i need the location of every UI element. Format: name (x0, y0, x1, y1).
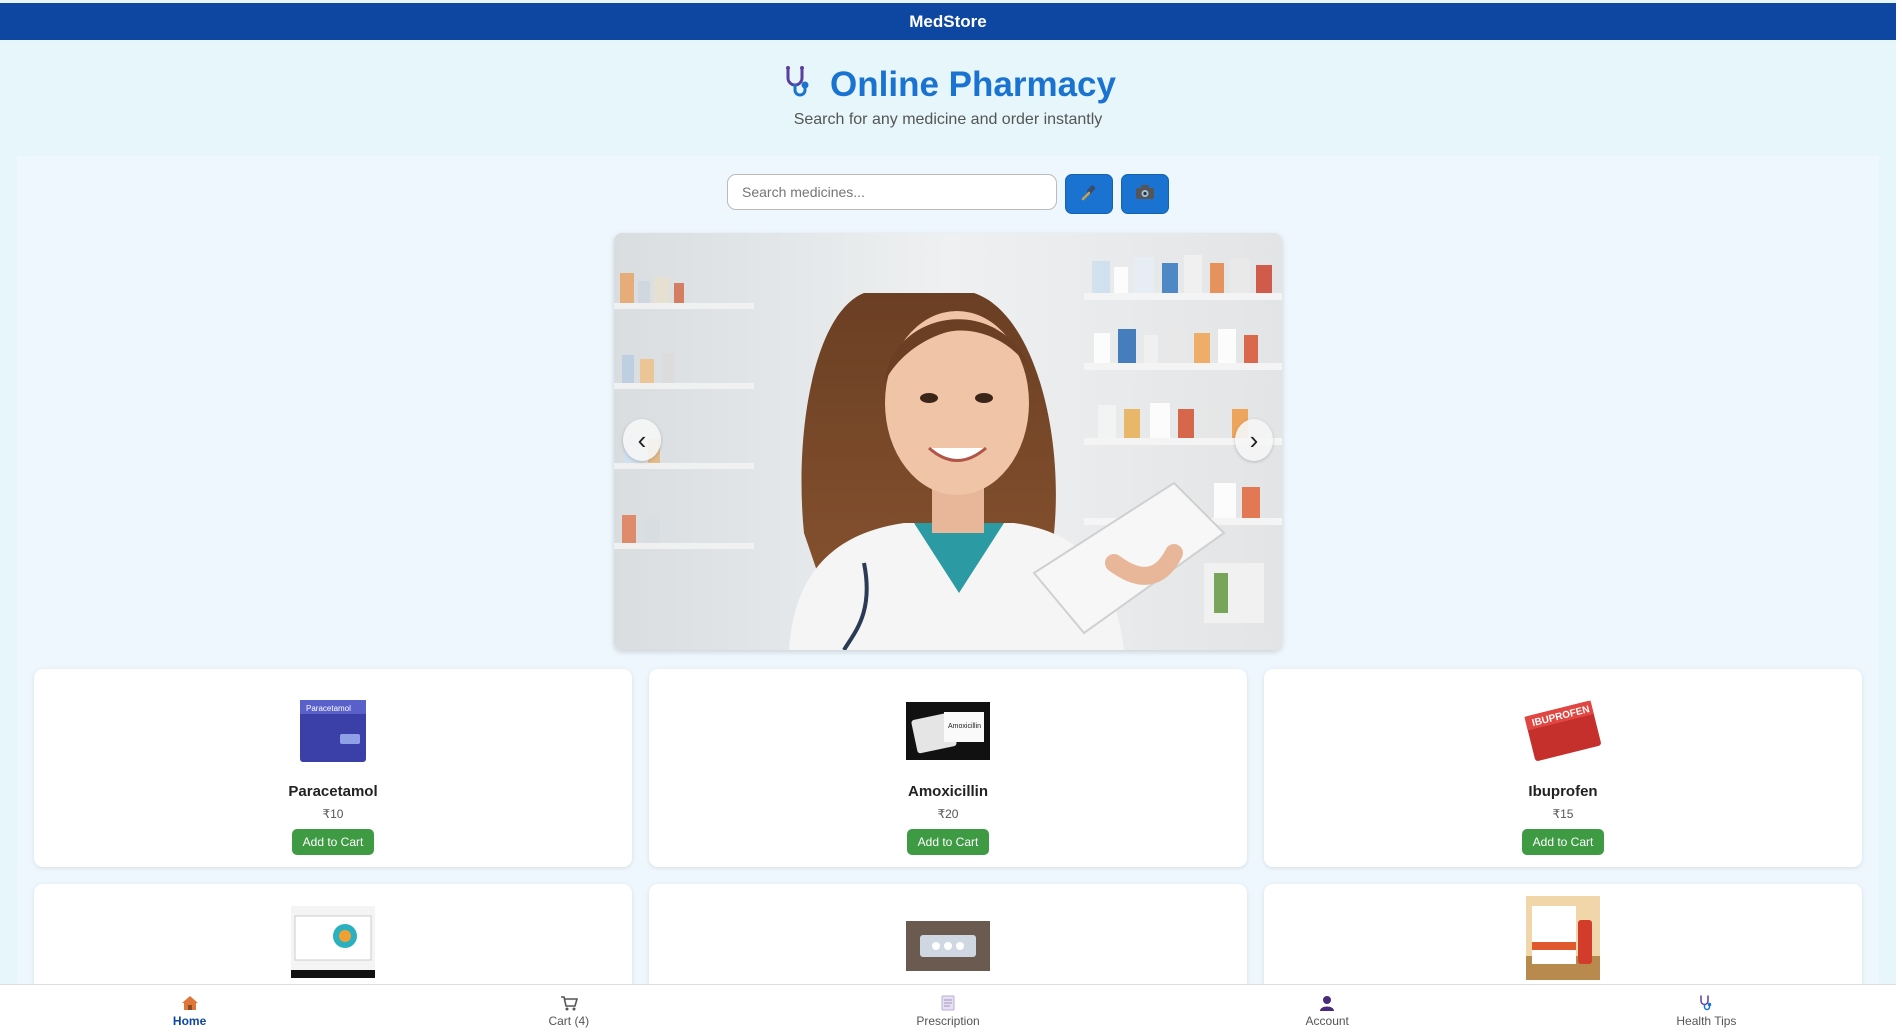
product-card: Paracetamol Paracetamol ₹10 Add to Cart (34, 669, 632, 867)
nav-account[interactable]: Account (1138, 985, 1517, 1036)
app-title: MedStore (909, 11, 987, 31)
product-image: IBUPROFEN (1521, 689, 1605, 773)
scrollbar-track[interactable] (1896, 0, 1902, 1036)
svg-text:Paracetamol: Paracetamol (306, 704, 351, 713)
nav-health-tips[interactable]: Health Tips (1517, 985, 1896, 1036)
product-name: Paracetamol (288, 783, 378, 800)
nav-home-label: Home (172, 1013, 207, 1028)
search-input[interactable] (727, 174, 1057, 210)
product-price: ₹20 (937, 807, 959, 821)
bottom-nav: Home Cart (4) Prescription Account Healt… (0, 984, 1896, 1036)
camera-icon (1135, 184, 1155, 205)
stethoscope-icon (780, 64, 816, 105)
add-to-cart-button[interactable]: Add to Cart (1522, 829, 1604, 855)
main-content: ‹ › Paracetamol Paracetamol ₹10 Add to C… (17, 156, 1879, 1036)
add-to-cart-button[interactable]: Add to Cart (292, 829, 374, 855)
product-name: Ibuprofen (1528, 783, 1598, 800)
cart-icon (560, 994, 578, 1012)
page-title: Online Pharmacy (830, 64, 1116, 104)
nav-cart-label: Cart (4) (548, 1013, 590, 1028)
carousel-prev-button[interactable]: ‹ (623, 419, 661, 461)
app-header: MedStore (0, 3, 1896, 40)
nav-home[interactable]: Home (0, 985, 379, 1036)
nav-prescription-label: Prescription (916, 1013, 980, 1028)
voice-search-button[interactable] (1065, 174, 1113, 214)
camera-search-button[interactable] (1121, 174, 1169, 214)
product-image (906, 904, 990, 988)
add-to-cart-button[interactable]: Add to Cart (907, 829, 989, 855)
carousel-next-button[interactable]: › (1235, 419, 1273, 461)
nav-prescription[interactable]: Prescription (758, 985, 1137, 1036)
product-card: IBUPROFEN Ibuprofen ₹15 Add to Cart (1264, 669, 1862, 867)
prescription-icon (939, 994, 957, 1012)
product-image (1521, 896, 1605, 980)
product-image: Amoxicillin (906, 689, 990, 773)
microphone-icon (1080, 183, 1098, 206)
carousel-image (614, 233, 1282, 650)
page: MedStore Online Pharmacy Search for any … (0, 0, 1902, 1036)
account-icon (1318, 994, 1336, 1012)
nav-health-tips-label: Health Tips (1676, 1013, 1737, 1028)
product-image (291, 900, 375, 984)
hero-title-row: Online Pharmacy (0, 64, 1896, 105)
home-icon (181, 994, 199, 1012)
svg-text:Amoxicillin: Amoxicillin (948, 723, 981, 730)
page-subtitle: Search for any medicine and order instan… (793, 111, 1103, 128)
nav-cart[interactable]: Cart (4) (379, 985, 758, 1036)
nav-account-label: Account (1305, 1013, 1349, 1028)
product-price: ₹10 (322, 807, 344, 821)
product-card: Amoxicillin Amoxicillin ₹20 Add to Cart (649, 669, 1247, 867)
stethoscope-icon (1697, 994, 1715, 1012)
product-name: Amoxicillin (907, 783, 989, 800)
product-image: Paracetamol (291, 689, 375, 773)
product-price: ₹15 (1552, 807, 1574, 821)
promo-carousel[interactable]: ‹ › (614, 233, 1282, 650)
hero-section: Online Pharmacy Search for any medicine … (0, 40, 1896, 156)
search-bar (17, 174, 1879, 214)
